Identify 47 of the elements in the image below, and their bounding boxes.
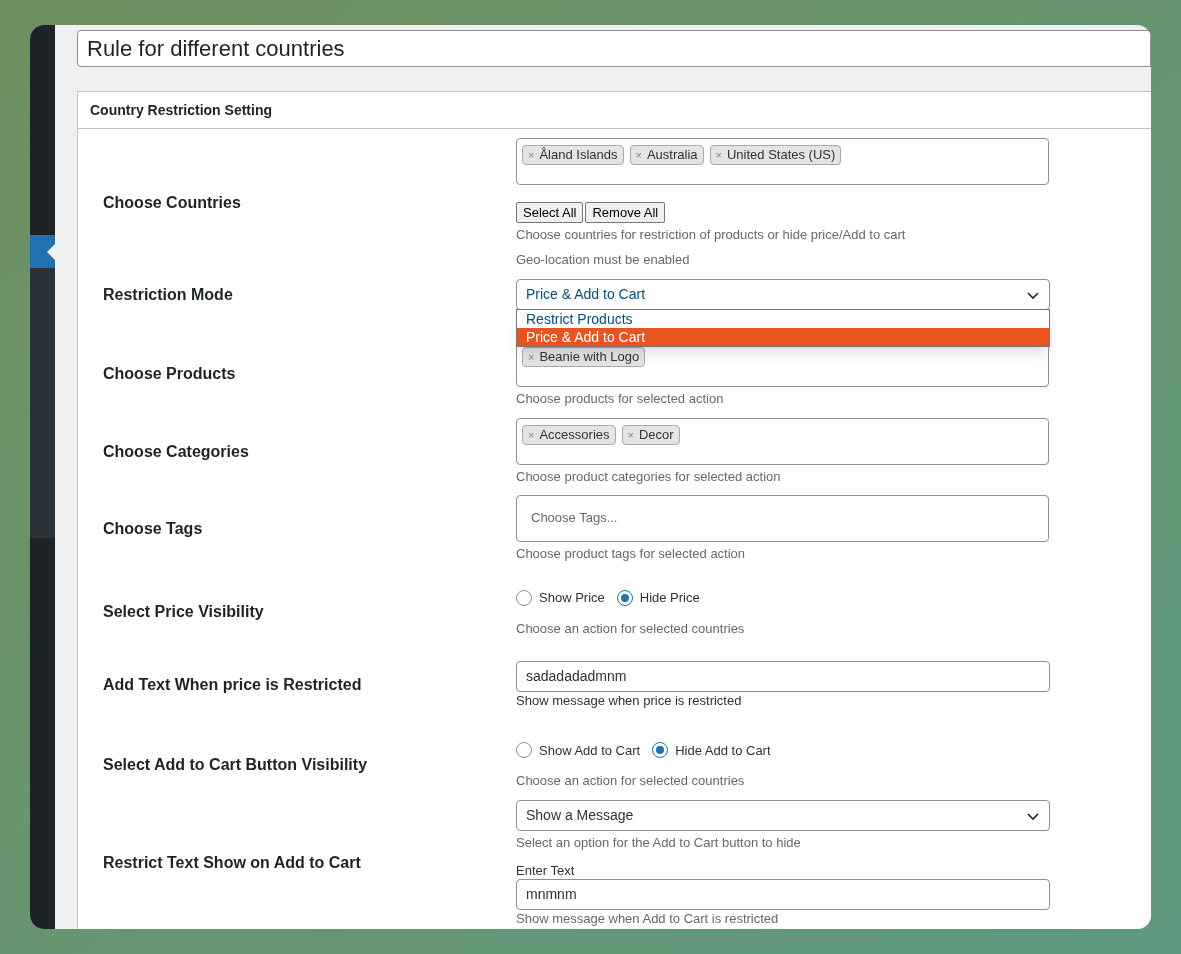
help-text: Choose products for selected action <box>516 390 725 407</box>
dropdown-option[interactable]: Restrict Products <box>517 310 1049 328</box>
radio-option[interactable]: Hide Price <box>616 588 700 608</box>
sidebar-active-item[interactable] <box>30 235 55 268</box>
tags-field[interactable]: Choose Tags... <box>516 495 1049 542</box>
help-text: Geo-location must be enabled <box>516 251 691 268</box>
radio-option[interactable]: Show Price <box>516 588 605 608</box>
tag-chip: × Åland Islands <box>522 145 624 165</box>
help-text: Choose product tags for selected action <box>516 545 747 562</box>
text-input[interactable]: sadadadadmnm <box>516 660 1050 692</box>
field-label: Enter Text <box>516 863 576 879</box>
radio-option[interactable]: Show Add to Cart <box>516 740 641 760</box>
help-text: Choose countries for restriction of products or hide price/Add to cart <box>516 226 907 243</box>
radio-button[interactable] <box>516 589 532 606</box>
setting-label: Select Price Visibility <box>103 602 265 623</box>
help-text: Select an option for the Add to Cart button to hide <box>516 834 802 851</box>
help-text: Choose an action for selected countries <box>516 619 745 637</box>
select-action-button[interactable]: Select All <box>516 202 584 223</box>
setting-label: Choose Tags <box>103 518 204 539</box>
radio-button[interactable] <box>616 589 633 606</box>
help-text: Show message when Add to Cart is restricted <box>516 911 780 926</box>
help-text: Choose product categories for selected action <box>516 468 782 485</box>
tags-placeholder: Choose Tags... <box>531 509 618 527</box>
select-action-button[interactable]: Remove All <box>585 202 666 223</box>
setting-label: Restriction Mode <box>103 284 234 305</box>
tag-chip: × Beanie with Logo <box>522 347 646 367</box>
dropdown-select[interactable]: Price & Add to Cart <box>516 279 1050 310</box>
setting-label: Choose Countries <box>103 193 242 213</box>
text-input[interactable]: mnmnm <box>516 879 1050 910</box>
tag-chip: × Accessories <box>522 425 616 445</box>
setting-label: Add Text When price is Restricted <box>103 674 363 695</box>
radio-button[interactable] <box>652 742 669 759</box>
radio-button[interactable] <box>516 742 532 759</box>
setting-label: Choose Products <box>103 363 237 384</box>
setting-label: Restrict Text Show on Add to Cart <box>103 853 362 873</box>
radio-option[interactable]: Hide Add to Cart <box>652 740 771 760</box>
dropdown-option[interactable]: Price & Add to Cart <box>517 328 1049 346</box>
setting-label: Select Add to Cart Button Visibility <box>103 754 369 775</box>
help-text: Show message when price is restricted <box>516 691 743 709</box>
tag-chip: × Decor <box>621 425 680 445</box>
setting-label: Choose Categories <box>103 441 250 462</box>
tag-chip: × Australia <box>629 145 704 165</box>
dropdown-select[interactable]: Show a Message <box>516 800 1050 831</box>
panel-title: Country Restriction Setting <box>78 92 1151 129</box>
help-text: Choose an action for selected countries <box>516 772 746 789</box>
title-input[interactable]: Rule for different countries <box>77 30 1151 67</box>
tag-chip: × United States (US) <box>709 145 842 165</box>
